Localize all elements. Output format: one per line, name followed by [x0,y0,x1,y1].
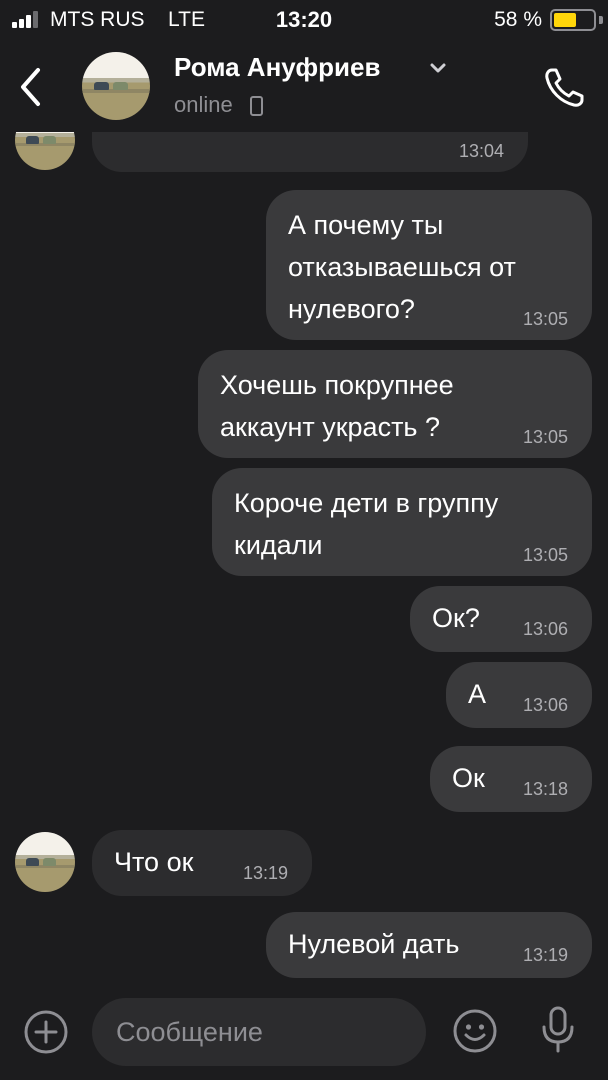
message-text: Нулевой дать [288,929,460,959]
outgoing-message-bubble[interactable]: Хочешь покрупнее аккаунт украсть ? 13:05 [198,350,592,458]
battery-level-fill [554,13,576,27]
battery-icon [550,9,596,31]
microphone-icon [542,1006,574,1053]
battery-percentage: 58 % [494,8,542,31]
message-time: 13:06 [522,619,568,639]
contact-avatar[interactable] [82,52,150,120]
plus-circle-icon [24,1010,68,1054]
incoming-message-bubble[interactable]: Что ок 13:19 [92,830,312,896]
mobile-phone-icon [250,96,263,116]
back-button[interactable] [10,62,50,112]
attach-button[interactable] [22,1008,70,1056]
message-text: Что ок [114,847,194,877]
battery-tip [599,16,603,24]
outgoing-message-bubble[interactable]: А почему ты отказываешься от нулевого? 1… [266,190,592,340]
outgoing-message-bubble[interactable]: Ок 13:18 [430,746,592,812]
message-list[interactable]: 13:04 А почему ты отказываешься от нулев… [0,132,608,992]
sender-avatar[interactable] [15,832,75,892]
message-text: Ок? [432,603,480,633]
outgoing-message-bubble[interactable]: А 13:06 [446,662,592,728]
message-text: А [468,679,487,709]
message-time: 13:05 [522,427,568,447]
outgoing-message-bubble[interactable]: Короче дети в группу кидали 13:05 [212,468,592,576]
incoming-message-bubble[interactable]: 13:04 [92,132,528,172]
message-text: Короче дети в группу кидали [234,488,499,560]
message-text: Хочешь покрупнее аккаунт украсть ? [220,370,454,442]
sender-avatar[interactable] [15,132,75,170]
chevron-down-icon[interactable] [428,58,448,78]
message-time: 13:05 [522,309,568,329]
outgoing-message-bubble[interactable]: Ок? 13:06 [410,586,592,652]
call-button[interactable] [540,64,588,112]
status-bar: MTS RUS LTE 13:20 58 % [0,0,608,40]
outgoing-message-bubble[interactable]: Нулевой дать 13:19 [266,912,592,978]
message-time: 13:19 [242,863,288,883]
emoji-button[interactable] [450,1006,500,1056]
message-time: 13:19 [522,945,568,965]
message-composer [0,992,608,1080]
message-input[interactable] [92,998,426,1066]
chat-screen: MTS RUS LTE 13:20 58 % Рома Ануфриев onl… [0,0,608,1080]
message-time: 13:05 [522,545,568,565]
message-time: 13:18 [522,779,568,799]
phone-icon [545,68,584,107]
message-time: 13:04 [458,141,504,161]
chevron-left-icon [21,68,40,106]
chat-header: Рома Ануфриев online [0,40,608,132]
message-time: 13:06 [522,695,568,715]
message-text: А почему ты отказываешься от нулевого? [288,210,516,324]
voice-message-button[interactable] [534,1004,582,1056]
emoji-icon [453,1009,497,1053]
contact-status: online [174,92,233,117]
message-text: Ок [452,763,485,793]
contact-name[interactable]: Рома Ануфриев [174,52,380,83]
